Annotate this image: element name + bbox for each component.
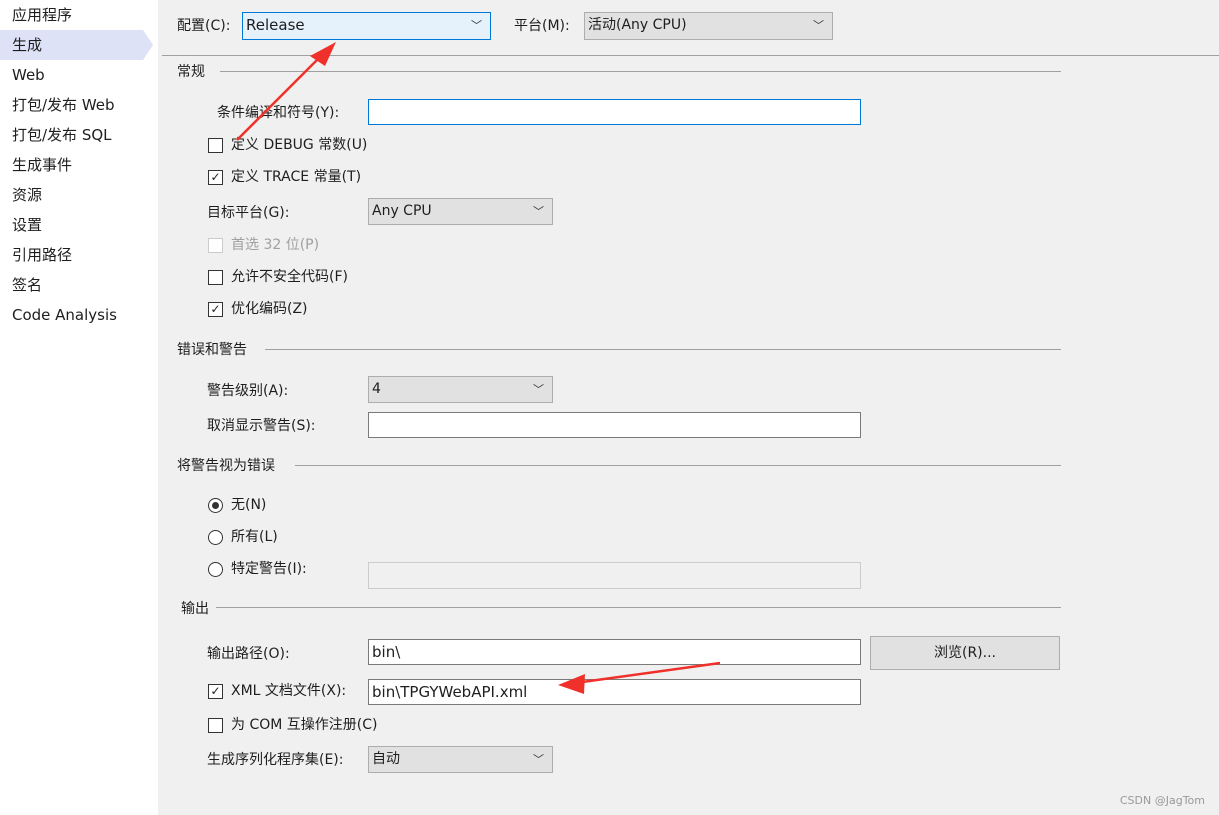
annotation-arrows — [236, 42, 721, 694]
watermark: CSDN @JagTom — [1119, 794, 1205, 807]
annotation-arrow-config — [236, 42, 336, 141]
annotation-arrow-xml — [558, 661, 721, 694]
